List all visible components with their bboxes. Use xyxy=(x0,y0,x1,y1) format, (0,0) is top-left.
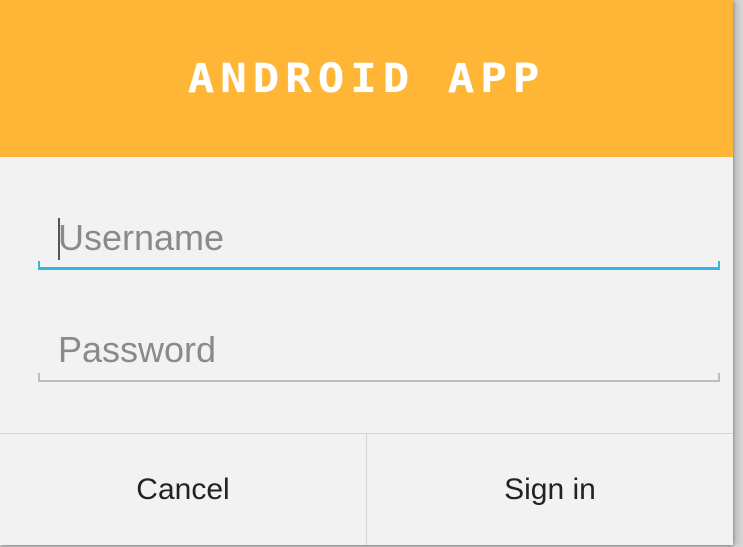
sign-in-button[interactable]: Sign in xyxy=(367,434,733,545)
username-underline-left-tick xyxy=(38,261,40,270)
password-underline-right-tick xyxy=(718,373,720,382)
dialog-title: ANDROID APP xyxy=(187,55,546,102)
dialog-button-bar: Cancel Sign in xyxy=(0,433,733,545)
password-underline xyxy=(38,380,720,382)
username-field[interactable] xyxy=(38,210,720,270)
password-input[interactable] xyxy=(38,322,720,378)
text-cursor xyxy=(58,218,60,260)
username-input[interactable] xyxy=(38,210,720,266)
username-underline xyxy=(38,267,720,270)
dialog-header: ANDROID APP xyxy=(0,0,733,157)
password-underline-left-tick xyxy=(38,373,40,382)
password-field[interactable] xyxy=(38,322,720,382)
cancel-button[interactable]: Cancel xyxy=(0,434,366,545)
username-underline-right-tick xyxy=(718,261,720,270)
login-dialog: ANDROID APP Cancel Sign in xyxy=(0,0,733,545)
